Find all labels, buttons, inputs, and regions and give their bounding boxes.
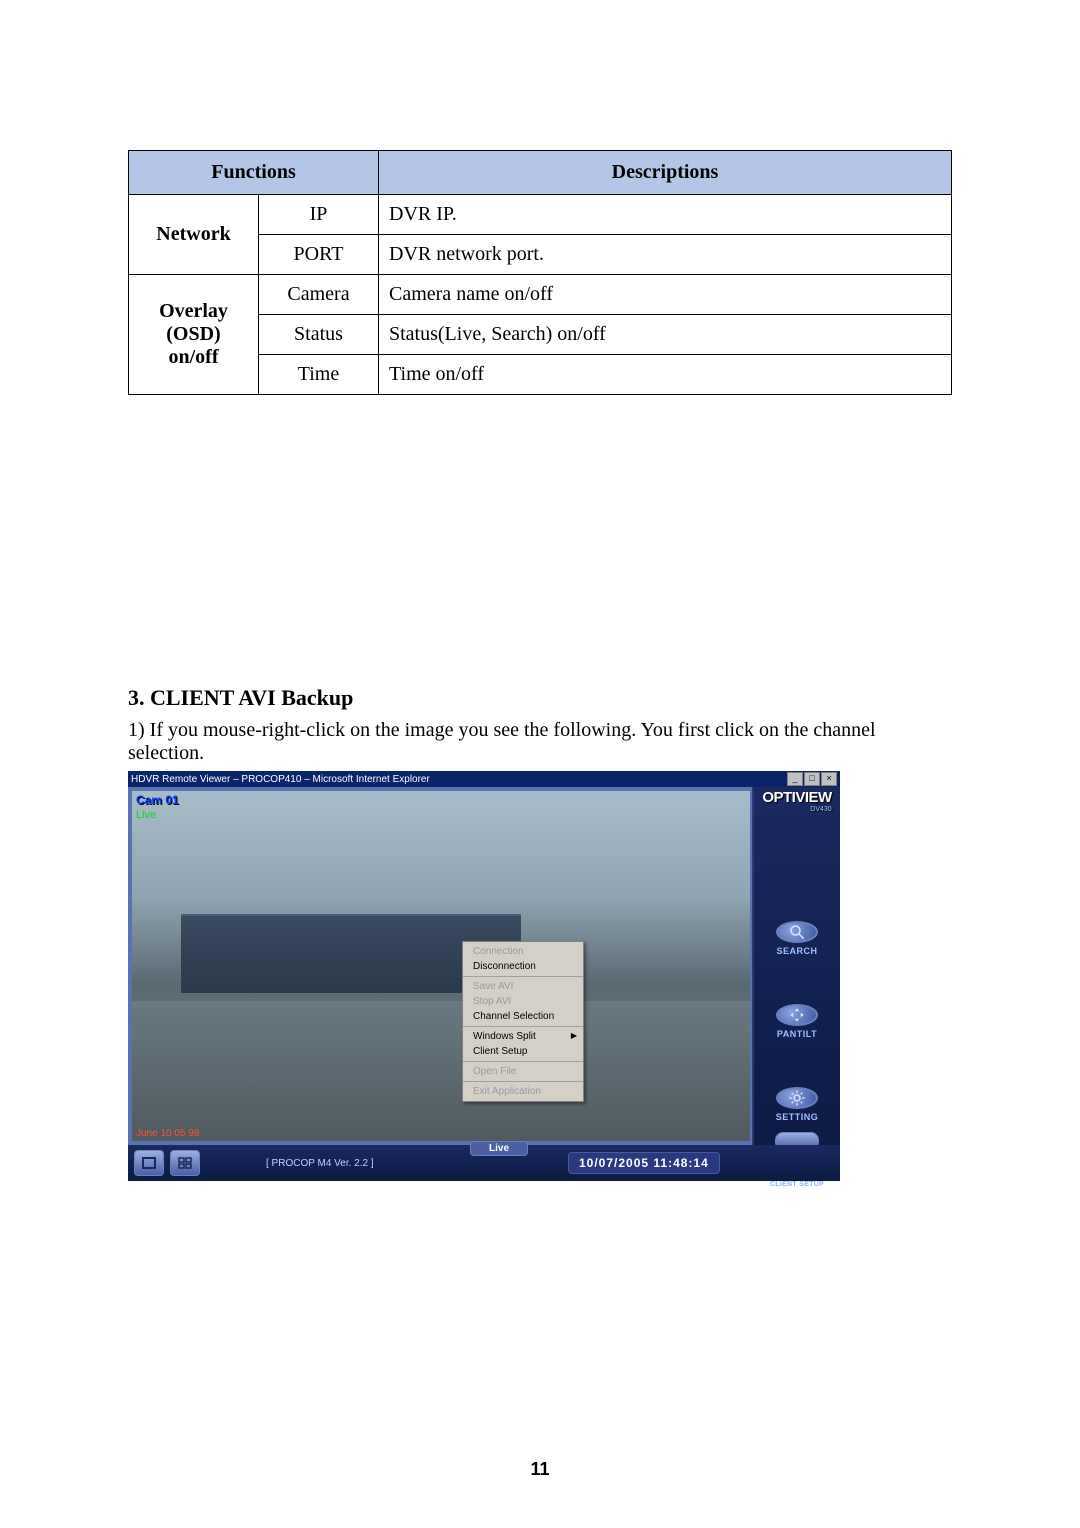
fn-cell: Camera bbox=[259, 275, 379, 315]
functions-table: Functions Descriptions Network IP DVR IP… bbox=[128, 150, 952, 395]
version-label: [ PROCOP M4 Ver. 2.2 ] bbox=[266, 1158, 374, 1169]
fn-cell: IP bbox=[259, 195, 379, 235]
screenshot: HDVR Remote Viewer – PROCOP410 – Microso… bbox=[128, 771, 840, 1181]
side-label: SEARCH bbox=[776, 946, 817, 956]
section-client-avi-backup: 3. CLIENT AVI Backup 1) If you mouse-rig… bbox=[128, 685, 952, 1181]
camera-label: Cam 01 bbox=[136, 793, 179, 807]
gear-icon bbox=[788, 1089, 806, 1107]
setting-button[interactable] bbox=[776, 1087, 818, 1109]
menu-item-disconnection[interactable]: Disconnection bbox=[463, 959, 583, 974]
fn-cell: Status bbox=[259, 315, 379, 355]
bottom-bar: [ PROCOP M4 Ver. 2.2 ] Live 10/07/2005 1… bbox=[128, 1145, 840, 1181]
side-label: PANTILT bbox=[777, 1029, 817, 1039]
section-heading: 3. CLIENT AVI Backup bbox=[128, 685, 952, 711]
section-text: 1) If you mouse-right-click on the image… bbox=[128, 719, 952, 765]
titlebar: HDVR Remote Viewer – PROCOP410 – Microso… bbox=[128, 771, 840, 787]
single-view-button[interactable] bbox=[134, 1150, 164, 1176]
single-view-icon bbox=[142, 1157, 156, 1169]
col-header-functions: Functions bbox=[129, 151, 379, 195]
page-number: 11 bbox=[0, 1459, 1080, 1480]
menu-item-windows-split[interactable]: Windows Split ▶ bbox=[463, 1029, 583, 1044]
menu-separator bbox=[463, 1061, 583, 1062]
mini-label: CLIENT SETUP bbox=[770, 1181, 824, 1188]
live-badge: Live bbox=[470, 1141, 528, 1156]
quad-view-icon bbox=[178, 1157, 192, 1169]
close-button[interactable]: × bbox=[821, 772, 837, 786]
menu-separator bbox=[463, 1081, 583, 1082]
context-menu: Connection Disconnection Save AVI Stop A… bbox=[462, 941, 584, 1102]
search-button[interactable] bbox=[776, 921, 818, 943]
menu-item-client-setup[interactable]: Client Setup bbox=[463, 1044, 583, 1059]
desc-cell: DVR IP. bbox=[379, 195, 952, 235]
desc-cell: DVR network port. bbox=[379, 235, 952, 275]
submenu-arrow-icon: ▶ bbox=[571, 1031, 577, 1040]
logo: OPTIVIEW DV430 bbox=[762, 789, 831, 813]
window-title: HDVR Remote Viewer – PROCOP410 – Microso… bbox=[131, 774, 430, 785]
menu-item-exit-application[interactable]: Exit Application bbox=[463, 1084, 583, 1099]
side-panel: OPTIVIEW DV430 SEARCH PANTILT SETTING bbox=[752, 787, 840, 1181]
pantilt-button[interactable] bbox=[776, 1004, 818, 1026]
group-network: Network bbox=[129, 195, 259, 275]
logo-sub: DV430 bbox=[762, 806, 831, 813]
menu-item-save-avi[interactable]: Save AVI bbox=[463, 979, 583, 994]
side-label: SETTING bbox=[776, 1112, 819, 1122]
video-pane[interactable]: Cam 01 Live June 10 05 98 Connection Dis… bbox=[128, 787, 754, 1145]
live-label: Live bbox=[136, 809, 156, 821]
fn-cell: PORT bbox=[259, 235, 379, 275]
menu-item-connection[interactable]: Connection bbox=[463, 944, 583, 959]
datetime-badge: 10/07/2005 11:48:14 bbox=[568, 1152, 720, 1174]
table-row: Overlay (OSD) on/off Camera Camera name … bbox=[129, 275, 952, 315]
menu-item-channel-selection[interactable]: Channel Selection bbox=[463, 1009, 583, 1024]
maximize-button[interactable]: □ bbox=[804, 772, 820, 786]
overlay-time: June 10 05 98 bbox=[136, 1128, 199, 1139]
menu-item-stop-avi[interactable]: Stop AVI bbox=[463, 994, 583, 1009]
search-icon bbox=[788, 923, 806, 941]
window-buttons: _ □ × bbox=[787, 772, 837, 786]
table-row: Network IP DVR IP. bbox=[129, 195, 952, 235]
menu-separator bbox=[463, 976, 583, 977]
col-header-descriptions: Descriptions bbox=[379, 151, 952, 195]
pantilt-icon bbox=[788, 1006, 806, 1024]
desc-cell: Camera name on/off bbox=[379, 275, 952, 315]
fn-cell: Time bbox=[259, 355, 379, 395]
scene-road bbox=[132, 1001, 750, 1141]
menu-item-label: Windows Split bbox=[473, 1031, 536, 1042]
group-overlay: Overlay (OSD) on/off bbox=[129, 275, 259, 395]
desc-cell: Status(Live, Search) on/off bbox=[379, 315, 952, 355]
desc-cell: Time on/off bbox=[379, 355, 952, 395]
minimize-button[interactable]: _ bbox=[787, 772, 803, 786]
logo-text: OPTIVIEW bbox=[762, 789, 831, 806]
menu-separator bbox=[463, 1026, 583, 1027]
quad-view-button[interactable] bbox=[170, 1150, 200, 1176]
menu-item-open-file[interactable]: Open File bbox=[463, 1064, 583, 1079]
